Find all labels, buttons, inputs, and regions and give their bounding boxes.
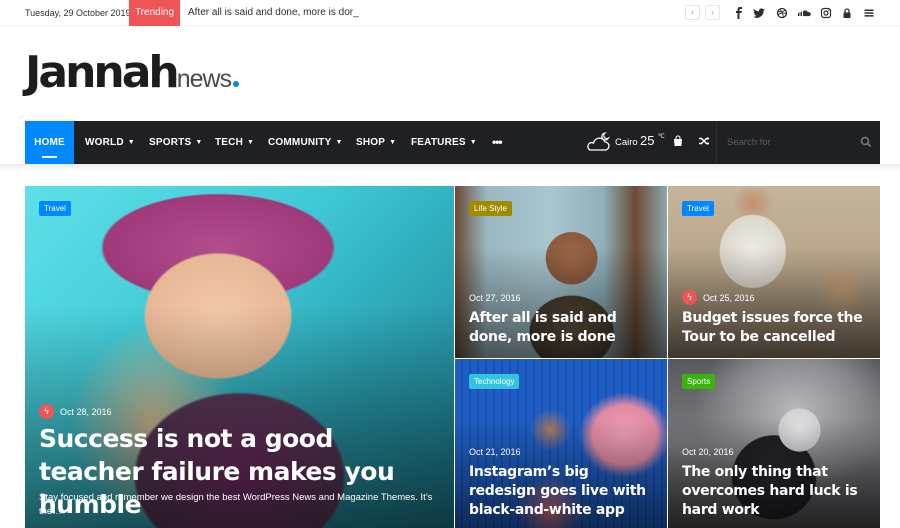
- search-icon[interactable]: [860, 136, 872, 148]
- post-card[interactable]: Life Style Oct 27, 2016 After all is sai…: [455, 186, 667, 358]
- post-meta: Oct 20, 2016: [682, 447, 734, 457]
- soundcloud-icon[interactable]: [797, 6, 811, 20]
- category-badge[interactable]: Travel: [682, 201, 714, 216]
- lock-icon[interactable]: [840, 6, 854, 20]
- post-meta: ϟ Oct 28, 2016: [39, 404, 112, 419]
- active-indicator: [42, 156, 57, 158]
- post-date: Oct 21, 2016: [469, 447, 521, 457]
- menu-icon[interactable]: [862, 6, 876, 20]
- weather-unit: ℃: [658, 134, 665, 140]
- logo-secondary-text: news: [176, 65, 232, 93]
- nav-more-button[interactable]: •••: [492, 121, 503, 164]
- category-badge[interactable]: Sports: [682, 374, 716, 389]
- nav-item-sports[interactable]: SPORTS ▼: [149, 121, 202, 164]
- post-meta: Oct 27, 2016: [469, 293, 521, 303]
- nav-item-shop[interactable]: SHOP ▼: [356, 121, 396, 164]
- nav-item-world[interactable]: WORLD ▼: [85, 121, 135, 164]
- post-card[interactable]: Sports Oct 20, 2016 The only thing that …: [668, 359, 880, 528]
- trending-bolt-icon: ϟ: [39, 404, 54, 419]
- logo-primary-text: Jannah: [25, 47, 180, 98]
- shuffle-icon[interactable]: [697, 135, 711, 149]
- instagram-icon[interactable]: [819, 6, 833, 20]
- post-card[interactable]: Technology Oct 21, 2016 Instagram’s big …: [455, 359, 667, 528]
- current-date: Tuesday, 29 October 2019: [25, 8, 131, 18]
- category-badge[interactable]: Travel: [39, 201, 71, 216]
- logo-dot: [233, 81, 240, 87]
- twitter-icon[interactable]: [752, 6, 766, 20]
- category-badge[interactable]: Life Style: [469, 201, 512, 216]
- facebook-icon[interactable]: [732, 6, 746, 20]
- nav-item-label: TECH: [215, 137, 244, 148]
- nav-item-label: SPORTS: [149, 137, 192, 148]
- chevron-down-icon: ▼: [195, 139, 203, 146]
- chevron-down-icon: ▼: [127, 139, 135, 146]
- featured-post-card[interactable]: Travel ϟ Oct 28, 2016 Success is not a g…: [25, 186, 454, 528]
- post-meta: Oct 21, 2016: [469, 447, 521, 457]
- nav-item-home[interactable]: HOME: [25, 121, 74, 168]
- search-input[interactable]: [727, 133, 847, 152]
- chevron-down-icon: ▼: [247, 139, 255, 146]
- post-date: Oct 28, 2016: [60, 406, 112, 417]
- weather-city: Cairo: [615, 137, 638, 148]
- nav-shadow: [0, 164, 900, 170]
- nav-item-label: COMMUNITY: [268, 137, 332, 148]
- ticker-next-button[interactable]: ›: [705, 5, 720, 20]
- main-navigation: HOME WORLD ▼ SPORTS ▼ TECH ▼ COMMUNITY ▼ SHO…: [25, 121, 880, 168]
- category-badge[interactable]: Technology: [469, 374, 520, 389]
- nav-item-label: SHOP: [356, 137, 386, 148]
- post-date: Oct 20, 2016: [682, 447, 734, 457]
- post-title[interactable]: The only thing that overcomes hard luck …: [682, 463, 870, 520]
- post-title[interactable]: After all is said and done, more is done: [469, 309, 657, 347]
- cloud-moon-icon: [587, 132, 610, 151]
- trending-headline-link[interactable]: After all is said and done, more is dor_: [188, 7, 359, 18]
- chevron-down-icon: ▼: [389, 139, 397, 146]
- site-logo[interactable]: Jannahnews: [25, 51, 240, 95]
- top-bar: Tuesday, 29 October 2019 Trending After …: [0, 0, 900, 26]
- weather-temperature: 25: [640, 133, 655, 148]
- nav-item-label: HOME: [34, 137, 65, 148]
- trending-badge: Trending: [129, 0, 180, 26]
- post-date: Oct 25, 2016: [703, 292, 755, 303]
- shopping-bag-icon[interactable]: [671, 135, 685, 149]
- trending-bolt-icon: ϟ: [682, 290, 697, 305]
- ticker-prev-button[interactable]: ‹: [685, 5, 700, 20]
- post-date: Oct 27, 2016: [469, 293, 521, 303]
- dribbble-icon[interactable]: [775, 6, 789, 20]
- nav-item-label: WORLD: [85, 137, 124, 148]
- nav-item-label: FEATURES: [411, 137, 466, 148]
- search-box: [716, 121, 880, 164]
- post-meta: ϟ Oct 25, 2016: [682, 290, 755, 305]
- chevron-down-icon: ▼: [335, 139, 343, 146]
- post-card[interactable]: Travel ϟ Oct 25, 2016 Budget issues forc…: [668, 186, 880, 358]
- chevron-down-icon: ▼: [469, 139, 477, 146]
- post-title[interactable]: Instagram’s big redesign goes live with …: [469, 463, 657, 520]
- nav-item-tech[interactable]: TECH ▼: [215, 121, 254, 164]
- post-title[interactable]: Budget issues force the Tour to be cance…: [682, 309, 870, 347]
- post-excerpt: Stay focused and remember we design the …: [39, 492, 433, 517]
- nav-item-community[interactable]: COMMUNITY ▼: [268, 121, 343, 164]
- nav-item-features[interactable]: FEATURES ▼: [411, 121, 477, 164]
